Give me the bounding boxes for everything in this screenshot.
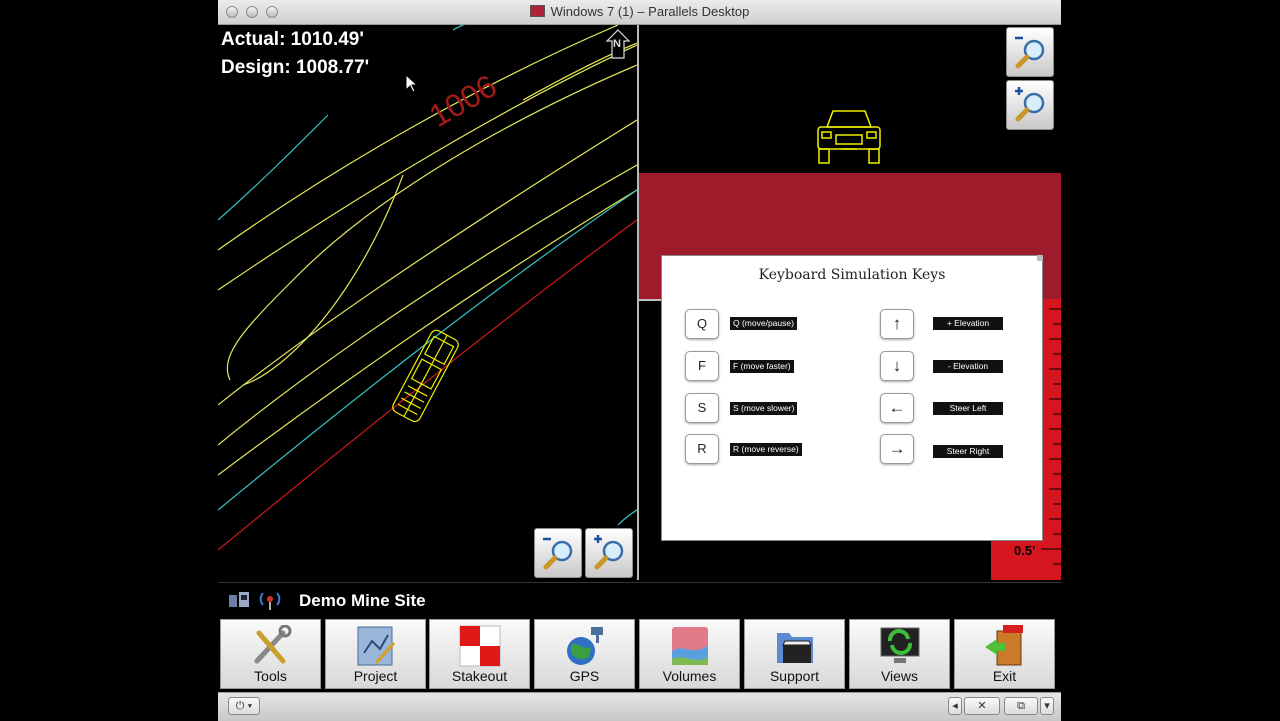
site-name: Demo Mine Site: [299, 591, 426, 610]
left-triangle-icon: ◂: [952, 700, 958, 712]
mouse-cursor-icon: [405, 73, 419, 93]
zoom-out-button[interactable]: [534, 528, 582, 578]
power-menu-button[interactable]: ⏻ ▾: [228, 697, 260, 715]
volumes-button[interactable]: Volumes: [639, 619, 740, 689]
project-label: Project: [353, 668, 398, 684]
status-bar: Demo Mine Site: [218, 582, 1061, 617]
views-button[interactable]: Views: [849, 619, 950, 689]
views-label: Views: [880, 668, 919, 684]
tools-label: Tools: [254, 668, 287, 684]
zoom-out-icon: [1015, 36, 1045, 69]
left-arrow-button[interactable]: ◂: [948, 697, 962, 715]
chevron-down-icon: ▾: [1044, 700, 1050, 712]
stakeout-button[interactable]: Stakeout: [429, 619, 530, 689]
window-mode-icon: ⧉: [1017, 700, 1025, 712]
key-up-label: + Elevation: [933, 317, 1003, 330]
key-left-arrow[interactable]: ←: [880, 393, 914, 423]
plan-view-map[interactable]: 1006 Actual: 1010.49' Design: 1008.77' N: [218, 25, 637, 580]
key-left-label: Steer Left: [933, 402, 1003, 415]
window-mode-button[interactable]: ⧉: [1004, 697, 1038, 715]
exit-icon: [985, 625, 1023, 666]
wrench-icon: ✕: [977, 700, 987, 712]
key-down-arrow[interactable]: ↓: [880, 351, 914, 381]
key-up-arrow[interactable]: ↑: [880, 309, 914, 339]
main-toolbar: Tools Project Stakeout GPS Volumes Suppo…: [218, 616, 1061, 692]
gps-button[interactable]: GPS: [534, 619, 635, 689]
app-content: 1006 Actual: 1010.49' Design: 1008.77' N: [218, 25, 1061, 580]
zoom-out-icon: [543, 537, 573, 570]
window-mode-dropdown[interactable]: ▾: [1040, 697, 1054, 715]
dialog-corner: [1037, 255, 1043, 261]
north-label: N: [613, 38, 621, 50]
window-title: Windows 7 (1) – Parallels Desktop: [218, 4, 1061, 19]
parallels-icon: [529, 5, 545, 17]
key-s-label: S (move slower): [730, 402, 798, 415]
keyboard-keys-dialog: Keyboard Simulation Keys Q Q (move/pause…: [661, 255, 1043, 541]
zoom-in-icon: [1015, 87, 1045, 122]
parallels-bottom-bar: ⏻ ▾ ◂ ✕ ⧉ ▾: [218, 692, 1061, 721]
key-right-label: Steer Right: [933, 445, 1003, 458]
power-icon: ⏻: [235, 700, 245, 712]
tools-icon: [254, 625, 292, 664]
tools-menu-button[interactable]: ✕: [964, 697, 1000, 715]
project-button[interactable]: Project: [325, 619, 426, 689]
views-icon: [880, 627, 920, 663]
exit-button[interactable]: Exit: [954, 619, 1055, 689]
support-label: Support: [769, 668, 820, 684]
profile-zoom-out-button[interactable]: [1006, 27, 1054, 77]
key-right-arrow[interactable]: →: [880, 434, 914, 464]
key-r-label: R (move reverse): [730, 443, 802, 456]
profile-zoom-in-button[interactable]: [1006, 80, 1054, 130]
support-button[interactable]: Support: [744, 619, 845, 689]
project-icon: [357, 626, 396, 666]
gps-label: GPS: [569, 668, 600, 684]
key-q[interactable]: Q: [685, 309, 719, 339]
parallels-window: Windows 7 (1) – Parallels Desktop 1006 A…: [218, 0, 1061, 721]
ruler-label: 0.5': [1014, 543, 1036, 558]
volumes-label: Volumes: [662, 668, 717, 684]
stakeout-icon: [459, 625, 501, 667]
stakeout-label: Stakeout: [451, 668, 508, 684]
vehicle-front-icon: [817, 110, 881, 164]
gps-signal-icon[interactable]: [258, 589, 282, 611]
zoom-in-button[interactable]: [585, 528, 633, 578]
volumes-icon: [672, 627, 708, 665]
gps-icon: [567, 627, 603, 665]
key-f-label: F (move faster): [730, 360, 794, 373]
exit-label: Exit: [992, 668, 1017, 684]
key-s[interactable]: S: [685, 393, 719, 423]
title-bar: Windows 7 (1) – Parallels Desktop: [218, 0, 1061, 25]
zoom-in-icon: [594, 535, 624, 570]
actual-elevation: Actual: 1010.49': [221, 29, 364, 50]
key-f[interactable]: F: [685, 351, 719, 381]
survey-device-icon[interactable]: [228, 591, 250, 609]
key-down-label: - Elevation: [933, 360, 1003, 373]
dialog-title: Keyboard Simulation Keys: [758, 267, 946, 283]
design-elevation: Design: 1008.77': [221, 57, 370, 78]
key-r[interactable]: R: [685, 434, 719, 464]
key-q-label: Q (move/pause): [730, 317, 797, 330]
dropdown-arrow-icon: ▾: [247, 700, 253, 712]
north-arrow: N: [605, 29, 631, 59]
tools-button[interactable]: Tools: [220, 619, 321, 689]
support-icon: [777, 633, 813, 663]
